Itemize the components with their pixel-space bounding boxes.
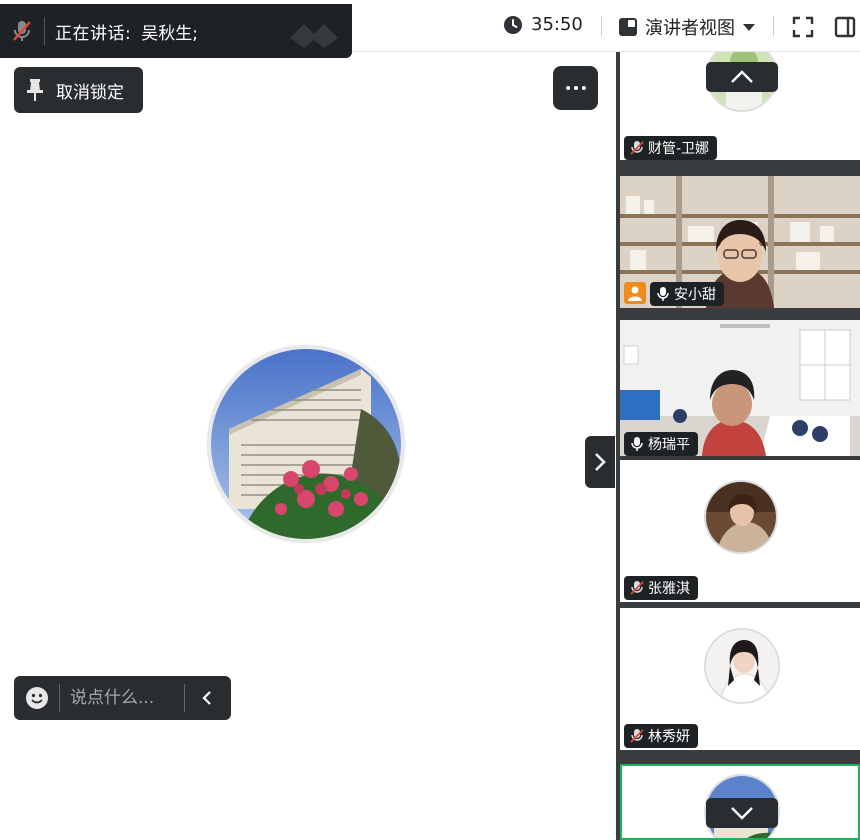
mic-muted-icon	[630, 141, 644, 155]
divider	[773, 16, 774, 36]
speaker-name: 吴秋生;	[141, 23, 198, 44]
participant-nametag: 张雅淇	[624, 576, 698, 600]
more-dots-icon	[565, 86, 570, 90]
mic-muted-icon	[630, 581, 644, 595]
chat-input[interactable]	[70, 688, 184, 708]
watermark-logo-icon	[290, 24, 338, 48]
divider	[601, 16, 602, 36]
participant-nametag: 财管-卫娜	[624, 136, 718, 160]
divider	[44, 17, 45, 45]
participant-video-list: 财管-卫娜 安小甜 杨瑞平 张雅淇 林秀妍	[616, 52, 860, 840]
participant-name: 财管-卫娜	[648, 141, 710, 157]
scroll-up-button[interactable]	[706, 62, 778, 92]
speaking-indicator: 正在讲话: 吴秋生;	[0, 4, 352, 58]
participant-tile[interactable]: 杨瑞平	[620, 320, 860, 456]
chevron-up-icon	[731, 70, 753, 83]
chevron-left-icon	[202, 691, 211, 705]
mic-muted-icon	[4, 13, 40, 49]
top-bar: 正在讲话: 吴秋生; 35:50 演讲者视图	[0, 0, 860, 58]
collapse-chat-button[interactable]	[185, 676, 229, 720]
expand-video-column-button[interactable]	[585, 436, 615, 488]
pin-icon	[27, 79, 43, 101]
person-icon	[624, 282, 646, 304]
unlock-label: 取消锁定	[56, 82, 124, 103]
unlock-pin-button[interactable]: 取消锁定	[14, 67, 143, 113]
view-mode-selector[interactable]: 演讲者视图	[618, 14, 755, 40]
participant-name: 张雅淇	[648, 581, 690, 597]
chevron-right-icon	[595, 453, 606, 471]
mic-icon	[631, 437, 643, 451]
layout-icon	[619, 18, 637, 36]
side-panel-toggle-icon[interactable]	[834, 16, 856, 38]
emoji-icon[interactable]	[25, 686, 49, 710]
meeting-timer: 35:50	[503, 14, 583, 35]
participant-nametag: 林秀妍	[624, 724, 698, 748]
participant-name: 安小甜	[674, 287, 716, 303]
chevron-down-icon	[731, 807, 753, 820]
more-options-button[interactable]	[553, 66, 598, 110]
scroll-down-button[interactable]	[706, 798, 778, 828]
speaker-avatar	[208, 346, 404, 542]
mic-muted-icon	[630, 729, 644, 743]
speaking-label: 正在讲话:	[55, 23, 132, 44]
clock-icon	[504, 15, 522, 34]
participant-name: 杨瑞平	[648, 437, 690, 453]
view-mode-label: 演讲者视图	[645, 18, 735, 39]
participant-nametag: 杨瑞平	[624, 432, 698, 456]
avatar	[704, 480, 778, 554]
timer-value: 35:50	[531, 14, 583, 35]
participant-nametag: 安小甜	[650, 282, 724, 306]
participant-tile[interactable]: 安小甜	[620, 176, 860, 308]
divider	[59, 684, 60, 712]
fullscreen-icon[interactable]	[792, 16, 814, 38]
participant-tile[interactable]: 财管-卫娜	[620, 52, 860, 160]
chevron-down-icon	[743, 23, 755, 31]
participant-tile[interactable]: 张雅淇	[620, 460, 860, 602]
participant-tile[interactable]: 林秀妍	[620, 608, 860, 750]
participant-name: 林秀妍	[648, 729, 690, 745]
avatar	[704, 628, 780, 704]
chat-input-bar	[14, 676, 231, 720]
mic-icon	[657, 287, 669, 301]
self-participant-tile[interactable]	[620, 764, 860, 840]
